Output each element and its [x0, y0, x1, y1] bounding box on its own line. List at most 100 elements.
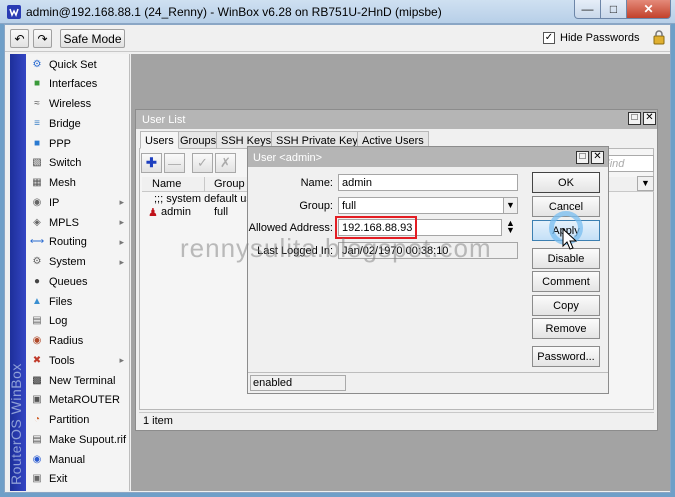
disable-user-button[interactable]: ✗	[215, 153, 236, 173]
radius-icon: ◉	[32, 335, 42, 346]
column-header-name[interactable]: Name	[152, 178, 181, 190]
password-button[interactable]: Password...	[532, 346, 600, 367]
group-dropdown-button[interactable]: ▼	[503, 197, 518, 214]
plus-icon: ✚	[146, 155, 157, 170]
ppp-icon: ■	[33, 137, 41, 149]
hide-passwords-checkbox[interactable]: ✓	[543, 32, 555, 44]
sidebar-item-new-terminal[interactable]: ▩ New Terminal	[26, 371, 130, 390]
columns-dropdown[interactable]: ▼	[637, 176, 654, 191]
redo-button[interactable]: ↷	[33, 29, 52, 48]
sidebar-item-wireless[interactable]: ≈ Wireless	[26, 95, 130, 114]
redo-icon: ↷	[37, 31, 48, 46]
watermark: rennysulita.blogspot.com	[180, 233, 492, 263]
name-field[interactable]: admin	[338, 174, 518, 191]
chevron-down-icon: ▼	[506, 200, 515, 210]
sidebar-item-label: Queues	[49, 275, 88, 288]
sidebar-item-log[interactable]: ▤ Log	[26, 312, 130, 331]
sidebar-item-label: Routing	[49, 236, 87, 249]
sidebar-item-radius[interactable]: ◉ Radius	[26, 332, 130, 351]
sidebar-item-mesh[interactable]: ▦ Mesh	[26, 174, 130, 193]
submenu-arrow-icon: ▸	[119, 197, 124, 208]
sidebar-item-switch[interactable]: ▧ Switch	[26, 154, 130, 173]
mesh-icon: ▦	[32, 177, 42, 188]
maximize-icon: □	[609, 2, 618, 16]
minimize-button[interactable]: —	[574, 0, 601, 19]
submenu-arrow-icon: ▸	[119, 236, 124, 247]
up-down-arrows-icon: ▲ ▼	[506, 218, 515, 235]
ok-button[interactable]: OK	[532, 172, 600, 193]
sidebar-item-exit[interactable]: ▣ Exit	[26, 470, 130, 489]
check-icon: ✓	[197, 155, 208, 170]
sidebar-item-manual[interactable]: ◉ Manual	[26, 450, 130, 469]
dialog-maximize-button[interactable]: □	[576, 151, 589, 164]
tab-users[interactable]: Users	[140, 131, 179, 149]
sidebar-item-queues[interactable]: ● Queues	[26, 272, 130, 291]
close-button[interactable]: ✕	[626, 0, 671, 19]
winbox-app-icon	[7, 5, 21, 19]
dialog-status-text: enabled	[250, 375, 346, 391]
files-icon: ▲	[32, 295, 42, 307]
sidebar-item-label: Exit	[49, 473, 68, 486]
sidebar-item-interfaces[interactable]: ■ Interfaces	[26, 75, 130, 94]
sidebar-item-system[interactable]: ⚙ System ▸	[26, 253, 130, 272]
submenu-arrow-icon: ▸	[119, 217, 124, 227]
sidebar-item-partition[interactable]: ◔ Partition	[26, 411, 130, 430]
lock-icon	[653, 30, 665, 45]
exit-icon: ▣	[32, 473, 42, 485]
window-titlebar[interactable]: admin@192.168.88.1 (24_Renny) - WinBox v…	[0, 0, 675, 24]
remove-user-button[interactable]: —	[164, 153, 185, 173]
user-list-close-button[interactable]: ✕	[643, 112, 656, 125]
submenu-arrow-icon: ▸	[119, 256, 124, 267]
dialog-close-button[interactable]: ✕	[591, 151, 604, 164]
mpls-icon: ◈	[33, 216, 41, 228]
submenu-arrow-icon: ▸	[119, 355, 124, 366]
sidebar-item-files[interactable]: ▲ Files	[26, 292, 130, 311]
sidebar-item-label: System	[49, 256, 86, 268]
sidebar-item-label: Manual	[49, 453, 86, 466]
sidebar-item-label: MPLS	[49, 216, 79, 229]
row-user-name: admin	[161, 206, 191, 218]
sidebar-menu: ⚙ Quick Set ■ Interfaces ≈ Wireless ≡ Bridge ■ PP…	[26, 54, 130, 491]
address-stepper[interactable]: ▲ ▼	[506, 218, 515, 235]
switch-icon: ▧	[32, 157, 42, 169]
group-label: Group:	[299, 200, 333, 212]
user-list-title[interactable]: User List	[136, 110, 657, 129]
user-dialog-title[interactable]: User <admin>	[248, 147, 608, 167]
copy-button[interactable]: Copy	[532, 295, 600, 316]
enable-user-button[interactable]: ✓	[192, 153, 213, 173]
disable-button[interactable]: Disable	[532, 248, 600, 269]
chevron-down-icon: ▼	[641, 178, 650, 188]
comment-button[interactable]: Comment	[532, 271, 600, 292]
sidebar-item-quick-set[interactable]: ⚙ Quick Set	[26, 55, 130, 74]
user-list-status: 1 item	[139, 412, 654, 429]
sidebar-item-label: New Terminal	[49, 374, 116, 387]
add-user-button[interactable]: ✚	[141, 153, 162, 173]
name-label: Name:	[300, 177, 333, 189]
partition-icon: ◔	[33, 414, 41, 425]
checkmark-icon: ✓	[544, 32, 554, 43]
sidebar-item-routing[interactable]: ⟷ Routing ▸	[26, 233, 130, 252]
remove-button[interactable]: Remove	[532, 318, 600, 339]
close-icon: ✕	[593, 151, 602, 162]
sidebar-item-make-supout-rif[interactable]: ▤ Make Supout.rif	[26, 430, 130, 449]
sidebar-item-ip[interactable]: ◉ IP ▸	[26, 193, 130, 212]
sidebar-item-label: IP	[49, 196, 60, 209]
sidebar-item-mpls[interactable]: ◈ MPLS ▸	[26, 213, 130, 232]
safe-mode-button[interactable]: Safe Mode	[60, 29, 125, 48]
bridge-icon: ≡	[34, 117, 40, 129]
maximize-button[interactable]: □	[600, 0, 627, 19]
user-list-maximize-button[interactable]: □	[628, 112, 641, 125]
brand-bar: RouterOS WinBox	[8, 54, 26, 491]
tab-groups[interactable]: Groups	[175, 131, 222, 149]
undo-button[interactable]: ↶	[10, 29, 29, 48]
close-icon: ✕	[643, 2, 654, 16]
terminal-icon: ▩	[32, 374, 42, 386]
sidebar-item-bridge[interactable]: ≡ Bridge	[26, 114, 130, 133]
sidebar-item-metarouter[interactable]: ▣ MetaROUTER	[26, 391, 130, 410]
hide-passwords-label: Hide Passwords	[560, 32, 640, 44]
group-select[interactable]: full	[338, 197, 504, 214]
sidebar-item-ppp[interactable]: ■ PPP	[26, 134, 130, 153]
sidebar-item-label: Partition	[49, 414, 90, 426]
system-icon: ⚙	[32, 256, 42, 267]
sidebar-item-tools[interactable]: ✖ Tools ▸	[26, 351, 130, 370]
